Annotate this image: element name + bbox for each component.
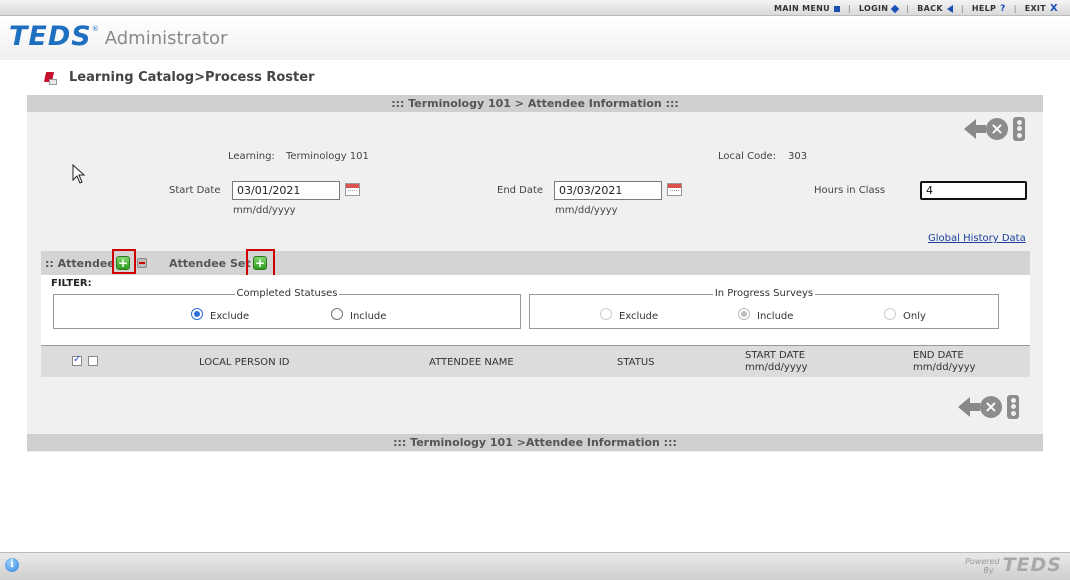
login-link[interactable]: LOGIN (858, 4, 900, 13)
learning-value: Terminology 101 (286, 151, 369, 162)
nav-separator: | (847, 4, 851, 13)
col-end-date[interactable]: END DATE mm/dd/yyyy (913, 350, 976, 374)
cancel-icon[interactable]: × (986, 118, 1008, 140)
nav-separator: | (1013, 4, 1017, 13)
select-all-checkbox-checked[interactable] (72, 354, 82, 366)
local-code-value: 303 (788, 151, 808, 162)
completed-include-label: Include (350, 311, 387, 322)
hours-in-class-label: Hours in Class (814, 185, 886, 196)
back-label: BACK (917, 4, 943, 13)
app-header: TEDS ® Administrator (0, 17, 1070, 60)
logo-registered-mark: ® (91, 25, 99, 33)
hours-in-class-input[interactable]: 4 (920, 181, 1027, 200)
completed-exclude-radio[interactable] (191, 308, 203, 320)
select-all-checkbox[interactable] (88, 356, 98, 366)
local-code-label: Local Code: (718, 151, 777, 162)
teds-logo[interactable]: TEDS ® Administrator (9, 23, 227, 51)
back-arrow-icon (946, 4, 953, 13)
traffic-light-icon[interactable] (1007, 395, 1019, 419)
nav-separator: | (960, 4, 964, 13)
panel-nav-bottom: × (958, 395, 1019, 419)
back-arrow-tail (970, 403, 980, 411)
completed-exclude-label: Exclude (210, 311, 250, 322)
in-progress-exclude-label: Exclude (619, 311, 659, 322)
filter-area: FILTER: Completed Statuses Exclude Inclu… (41, 275, 1030, 345)
attendee-section-bar: :: Attendee + Attendee Set + (41, 249, 1030, 280)
attendee-table-header: LOCAL PERSON ID ATTENDEE NAME STATUS STA… (41, 345, 1030, 377)
footer-logo: TEDS (1002, 554, 1062, 576)
panel-title-bottom: ::: Terminology 101 >Attendee Informatio… (27, 434, 1043, 451)
in-progress-surveys-legend-text: In Progress Surveys (712, 288, 816, 299)
col-start-date[interactable]: START DATE mm/dd/yyyy (745, 350, 808, 374)
col-start-date-label: START DATE (745, 350, 806, 361)
completed-statuses-legend: Completed Statuses (54, 288, 520, 299)
back-arrow-icon[interactable] (958, 397, 970, 417)
back-link[interactable]: BACK (917, 4, 953, 13)
question-icon: ? (1000, 3, 1006, 14)
learning-label: Learning: (228, 151, 275, 162)
remove-attendee-icon[interactable] (137, 258, 147, 268)
end-date-label: End Date (497, 185, 544, 196)
in-progress-include-radio[interactable] (738, 308, 750, 320)
nav-separator: | (906, 4, 910, 13)
exit-link[interactable]: EXIT X (1025, 3, 1058, 14)
main-menu-label: MAIN MENU (773, 4, 830, 13)
panel-title-top: ::: Terminology 101 > Attendee Informati… (27, 95, 1043, 112)
powered-by-teds: Powered By TEDS (965, 555, 1062, 575)
by-label: By (983, 566, 994, 575)
col-attendee-name[interactable]: ATTENDEE NAME (429, 357, 514, 369)
main-menu-link[interactable]: MAIN MENU (774, 4, 840, 13)
calendar-icon[interactable] (667, 183, 682, 196)
col-status[interactable]: STATUS (617, 357, 655, 369)
top-nav-bar: MAIN MENU | LOGIN | BACK | HELP ? | EXIT… (0, 0, 1070, 16)
global-history-data-link[interactable]: Global History Data (928, 233, 1026, 244)
app-root: MAIN MENU | LOGIN | BACK | HELP ? | EXIT… (0, 0, 1070, 580)
breadcrumb: Learning Catalog>Process Roster (43, 70, 314, 85)
page-title: Learning Catalog>Process Roster (69, 70, 315, 85)
app-name: Administrator (104, 28, 228, 49)
highlight-box (112, 249, 136, 274)
info-icon[interactable]: i (5, 558, 19, 572)
completed-statuses-group: Completed Statuses Exclude Include (53, 288, 521, 329)
x-icon: X (1049, 3, 1058, 14)
exit-label: EXIT (1024, 4, 1046, 13)
attendee-panel: ::: Terminology 101 > Attendee Informati… (27, 95, 1043, 452)
traffic-light-icon[interactable] (1013, 117, 1025, 141)
help-label: HELP (971, 4, 997, 13)
login-label: LOGIN (858, 4, 889, 13)
start-date-label: Start Date (169, 185, 221, 196)
col-start-date-hint: mm/dd/yyyy (745, 362, 808, 373)
start-date-hint: mm/dd/yyyy (233, 205, 296, 216)
app-footer: i Powered By TEDS (0, 552, 1070, 580)
completed-statuses-legend-text: Completed Statuses (234, 288, 340, 299)
back-arrow-tail (976, 125, 986, 133)
powered-label: Powered (965, 557, 1000, 566)
calendar-icon[interactable] (345, 183, 360, 196)
diamond-icon (891, 4, 900, 13)
attendee-section-label: :: Attendee (45, 257, 115, 270)
book-icon (43, 71, 57, 85)
in-progress-only-radio[interactable] (884, 308, 896, 320)
col-local-person-id[interactable]: LOCAL PERSON ID (199, 357, 289, 369)
top-nav: MAIN MENU | LOGIN | BACK | HELP ? | EXIT… (774, 3, 1058, 14)
logo-text: TEDS (9, 21, 92, 52)
in-progress-include-label: Include (757, 311, 794, 322)
completed-include-radio[interactable] (331, 308, 343, 320)
in-progress-only-label: Only (903, 311, 926, 322)
cancel-icon[interactable]: × (980, 396, 1002, 418)
attendee-set-label: Attendee Set (169, 257, 251, 270)
start-date-input[interactable]: 03/01/2021 (232, 181, 340, 200)
in-progress-surveys-group: In Progress Surveys Exclude Include Only (529, 288, 999, 329)
powered-by-text: Powered By (965, 557, 999, 575)
square-icon (833, 5, 840, 12)
in-progress-exclude-radio[interactable] (600, 308, 612, 320)
back-arrow-icon[interactable] (964, 119, 976, 139)
end-date-hint: mm/dd/yyyy (555, 205, 618, 216)
help-link[interactable]: HELP ? (972, 4, 1006, 14)
col-end-date-label: END DATE (913, 350, 964, 361)
end-date-input[interactable]: 03/03/2021 (554, 181, 662, 200)
col-end-date-hint: mm/dd/yyyy (913, 362, 976, 373)
in-progress-surveys-legend: In Progress Surveys (530, 288, 998, 299)
panel-nav-top: × (964, 117, 1025, 141)
